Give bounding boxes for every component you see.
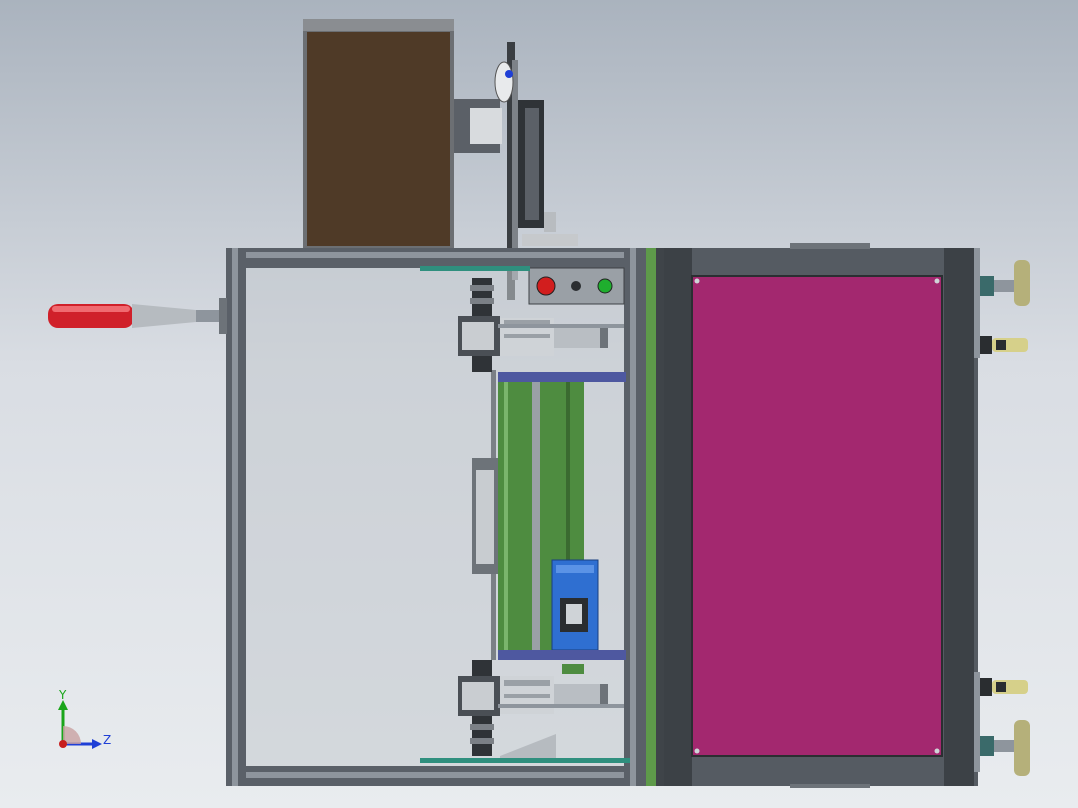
cad-viewport: Y Z: [48, 19, 1030, 788]
side-bracket: [472, 458, 498, 574]
estop-icon: [536, 276, 556, 296]
control-panel: [528, 267, 625, 305]
start-button-icon: [597, 278, 613, 294]
selector-switch-icon: [571, 281, 581, 291]
leveling-foot-bottom: [980, 720, 1030, 776]
x-axis-dot: [59, 740, 67, 748]
caster-bottom: [980, 678, 1028, 696]
cabinet-door-panel: [691, 275, 943, 757]
leveling-foot-top: [980, 260, 1030, 306]
right-cabinet: [664, 243, 980, 788]
upper-crossbar: [498, 372, 626, 382]
y-axis-label: Y: [58, 688, 67, 702]
top-electrical-box: [303, 19, 454, 251]
divider-strip: [646, 248, 664, 786]
orientation-triad: Y Z: [58, 688, 111, 749]
bottom-base-strip: [420, 758, 630, 763]
z-axis-label: Z: [103, 733, 111, 747]
caster-top: [980, 336, 1028, 354]
lower-crossbar: [498, 650, 626, 660]
hand-crank-handle: [48, 298, 227, 334]
top-base-strip: [420, 266, 530, 271]
lower-sensor: [562, 664, 584, 674]
drive-motor: [551, 559, 599, 651]
